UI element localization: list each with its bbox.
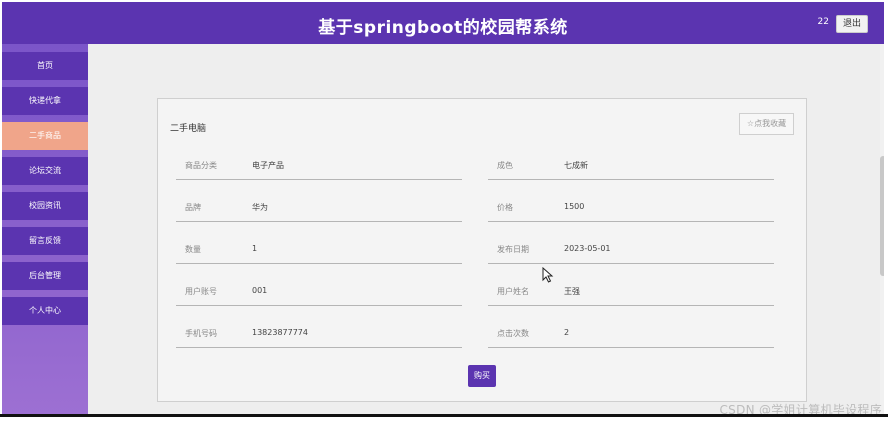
buy-button[interactable]: 购买 — [468, 365, 496, 387]
field-quantity: 数量 1 — [176, 240, 462, 264]
scrollbar-thumb[interactable] — [880, 156, 884, 276]
field-condition: 成色 七成新 — [488, 156, 774, 180]
field-value: 七成新 — [564, 161, 588, 170]
sidebar-item-admin[interactable]: 后台管理 — [2, 262, 88, 290]
sidebar-item-home[interactable]: 首页 — [2, 52, 88, 80]
field-value: 电子产品 — [252, 161, 284, 170]
field-price: 价格 1500 — [488, 198, 774, 222]
field-label: 成色 — [497, 161, 513, 170]
sidebar-item-news[interactable]: 校园资讯 — [2, 192, 88, 220]
field-brand: 品牌 华为 — [176, 198, 462, 222]
field-value: 13823877774 — [252, 328, 308, 337]
field-category: 商品分类 电子产品 — [176, 156, 462, 180]
bottom-border — [0, 414, 888, 417]
field-label: 手机号码 — [185, 329, 217, 338]
field-label: 用户姓名 — [497, 287, 529, 296]
field-value: 2 — [564, 328, 570, 337]
favorite-button[interactable]: ☆点我收藏 — [739, 113, 794, 135]
field-value: 001 — [252, 286, 268, 295]
field-label: 商品分类 — [185, 161, 217, 170]
field-click-count: 点击次数 2 — [488, 324, 774, 348]
sidebar: 首页 快递代拿 二手商品 论坛交流 校园资讯 留言反馈 后台管理 个人中心 — [2, 44, 88, 416]
logout-button[interactable]: 退出 — [836, 15, 868, 33]
field-phone: 手机号码 13823877774 — [176, 324, 462, 348]
sidebar-item-secondhand[interactable]: 二手商品 — [2, 122, 88, 150]
product-name: 二手电脑 — [170, 124, 207, 134]
field-value: 华为 — [252, 203, 268, 212]
field-value: 1 — [252, 244, 258, 253]
mouse-pointer-icon — [542, 266, 554, 283]
field-user-account: 用户账号 001 — [176, 282, 462, 306]
site-title: 基于springboot的校园帮系统 — [318, 18, 568, 38]
sidebar-item-profile[interactable]: 个人中心 — [2, 297, 88, 325]
vertical-scrollbar[interactable] — [880, 44, 884, 416]
field-label: 价格 — [497, 203, 513, 212]
field-label: 用户账号 — [185, 287, 217, 296]
sidebar-item-feedback[interactable]: 留言反馈 — [2, 227, 88, 255]
field-user-name: 用户姓名 王强 — [488, 282, 774, 306]
product-detail-card: 二手电脑 ☆点我收藏 商品分类 电子产品 品牌 华为 数量 1 用户账号 001… — [157, 98, 807, 402]
field-publish-date: 发布日期 2023-05-01 — [488, 240, 774, 264]
top-header: 基于springboot的校园帮系统 22 退出 — [2, 2, 884, 44]
field-label: 品牌 — [185, 203, 201, 212]
username-label: 22 — [817, 17, 829, 27]
field-value: 王强 — [564, 287, 580, 296]
field-label: 发布日期 — [497, 245, 529, 254]
sidebar-item-delivery[interactable]: 快递代拿 — [2, 87, 88, 115]
field-value: 1500 — [564, 202, 585, 211]
app-frame: 基于springboot的校园帮系统 22 退出 首页 快递代拿 二手商品 论坛… — [2, 2, 884, 416]
field-label: 数量 — [185, 245, 201, 254]
field-value: 2023-05-01 — [564, 244, 611, 253]
field-label: 点击次数 — [497, 329, 529, 338]
sidebar-item-forum[interactable]: 论坛交流 — [2, 157, 88, 185]
